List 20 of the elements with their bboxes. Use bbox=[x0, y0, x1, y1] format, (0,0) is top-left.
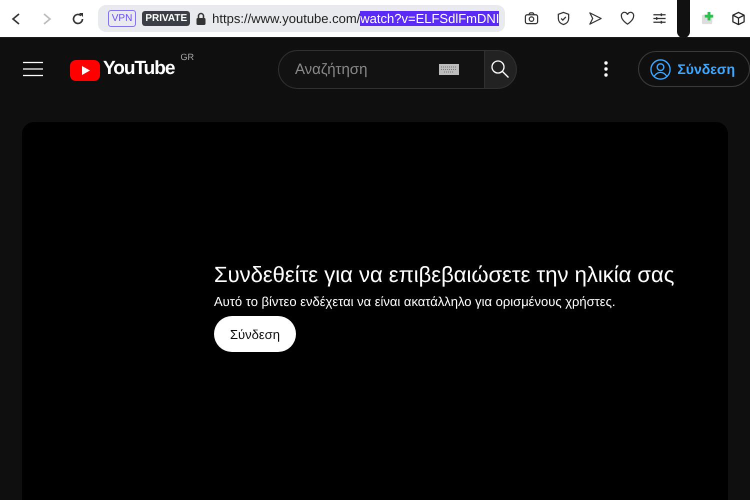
play-logo-icon[interactable] bbox=[70, 58, 100, 80]
address-bar[interactable]: VPN PRIVATE https://www.youtube.com/watch?v=ELFSdlFmDNI bbox=[98, 5, 506, 32]
user-icon bbox=[650, 58, 672, 80]
menu-icon[interactable] bbox=[22, 61, 44, 77]
sign-in-button[interactable]: Σύνδεση bbox=[638, 51, 750, 87]
age-check-heading: Συνδεθείτε για να επιβεβαιώσετε την ηλικία σας bbox=[214, 261, 676, 289]
lock-icon bbox=[196, 12, 206, 25]
sign-in-button[interactable]: Σύνδεση bbox=[214, 316, 296, 352]
search-icon bbox=[490, 59, 510, 79]
reload-icon bbox=[71, 12, 86, 26]
selected-url-text: watch?v=ELFSdlFmDNI bbox=[360, 11, 500, 26]
search-button[interactable] bbox=[484, 50, 517, 88]
country-code: GR bbox=[180, 52, 194, 62]
search-field[interactable]: Αναζήτηση bbox=[278, 50, 485, 88]
vertical-dots-icon bbox=[604, 61, 608, 77]
vpn-badge: VPN bbox=[108, 10, 136, 27]
url-text: https://www.youtube.com/ bbox=[212, 11, 360, 26]
logo-text[interactable]: YouTube bbox=[103, 58, 174, 80]
warning-message: Αυτό το βίντεο ενδέχεται να είναι ακατάλληλο για ορισμένους χρήστες. bbox=[214, 294, 616, 309]
private-badge: PRIVATE bbox=[142, 11, 190, 26]
